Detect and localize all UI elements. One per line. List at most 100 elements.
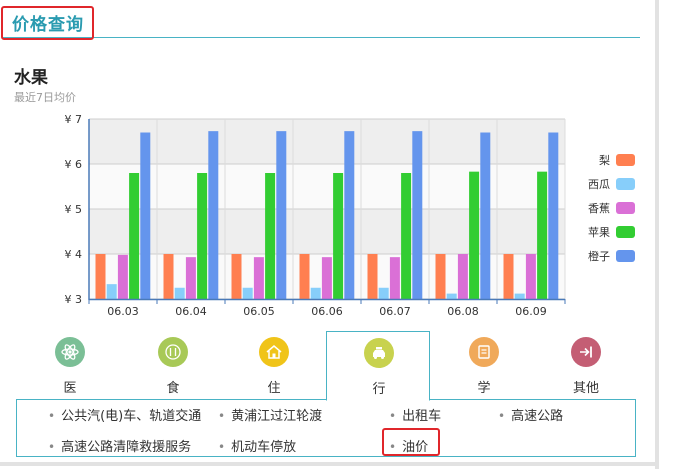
legend-swatch (616, 154, 635, 166)
link-label: 公共汽(电)车、轨道交通 (61, 409, 202, 424)
tab-label: 学 (477, 381, 491, 396)
bar (333, 173, 344, 299)
tab-label: 住 (267, 381, 281, 396)
bar (480, 132, 491, 299)
legend-label: 西瓜 (588, 178, 610, 191)
bar (276, 131, 287, 299)
bar (242, 287, 253, 299)
tab-housing[interactable]: 住 (222, 331, 326, 401)
category-tabs: 医 食 住 行 学 其他 (16, 331, 636, 401)
bar (321, 257, 332, 299)
x-tick-label: 06.03 (107, 305, 139, 318)
link-highway[interactable]: • 高速公路 (498, 405, 563, 424)
y-tick-label: ¥ 6 (65, 158, 83, 171)
link-ferry[interactable]: • 黄浦江过江轮渡 (218, 405, 322, 424)
tab-medical[interactable]: 医 (18, 331, 122, 401)
link-public-transit[interactable]: • 公共汽(电)车、轨道交通 (48, 405, 201, 424)
tab-other[interactable]: 其他 (534, 331, 638, 401)
x-tick-label: 06.06 (311, 305, 343, 318)
tab-education[interactable]: 学 (432, 331, 536, 401)
bar (163, 254, 174, 299)
link-parking[interactable]: • 机动车停放 (218, 436, 296, 455)
book-icon (469, 337, 499, 367)
bar (117, 254, 128, 299)
grid-band (89, 164, 565, 209)
legend-swatch (616, 178, 635, 190)
house-icon (259, 337, 289, 367)
bar (378, 287, 389, 299)
bar (435, 254, 446, 299)
bar (525, 254, 536, 299)
bar (401, 173, 412, 299)
link-label: 出租车 (402, 409, 442, 424)
bar (446, 293, 457, 299)
frame-bottom-border (0, 462, 659, 466)
bar (231, 254, 242, 299)
bar (253, 257, 264, 299)
x-tick-label: 06.09 (515, 305, 547, 318)
tab-label: 其他 (572, 381, 599, 396)
link-label: 高速公路清障救援服务 (61, 440, 192, 455)
exit-icon (571, 337, 601, 367)
bar (310, 287, 321, 299)
atom-icon (55, 337, 85, 367)
y-tick-label: ¥ 7 (65, 113, 83, 126)
oil-price-highlight (382, 428, 440, 456)
bar (548, 132, 559, 299)
tab-transport[interactable]: 行 (326, 331, 430, 401)
link-highway-rescue[interactable]: • 高速公路清障救援服务 (48, 436, 191, 455)
bullet-icon: • (48, 409, 56, 423)
x-tick-label: 06.05 (243, 305, 275, 318)
bar (469, 171, 480, 299)
y-tick-label: ¥ 5 (65, 203, 83, 216)
tab-label: 食 (166, 381, 180, 396)
x-tick-label: 06.08 (447, 305, 479, 318)
x-tick-label: 06.07 (379, 305, 411, 318)
bar (95, 254, 106, 299)
bar (140, 132, 151, 299)
bar (106, 284, 117, 299)
grid-band (89, 209, 565, 254)
tab-food[interactable]: 食 (121, 331, 225, 401)
y-tick-label: ¥ 4 (65, 248, 83, 261)
bar (367, 254, 378, 299)
legend-swatch (616, 226, 635, 238)
legend-label: 橙子 (588, 249, 610, 263)
tab-label: 行 (372, 382, 386, 397)
bar (457, 254, 468, 299)
bar (185, 257, 196, 299)
y-tick-label: ¥ 3 (65, 293, 83, 306)
bar (174, 287, 185, 299)
link-label: 机动车停放 (231, 440, 297, 455)
legend-swatch (616, 250, 635, 262)
taxi-icon (364, 338, 394, 368)
bar (197, 173, 208, 299)
link-label: 高速公路 (511, 409, 564, 424)
bar (265, 173, 276, 299)
legend-label: 梨 (599, 153, 610, 167)
utensils-icon (158, 337, 188, 367)
legend-swatch (616, 202, 635, 214)
bar (129, 173, 140, 299)
legend-label: 苹果 (588, 225, 610, 239)
bar (503, 254, 514, 299)
legend-label: 香蕉 (588, 202, 610, 215)
x-tick-label: 06.04 (175, 305, 207, 318)
bullet-icon: • (218, 409, 226, 423)
tab-label: 医 (63, 381, 77, 396)
bar (299, 254, 310, 299)
price-chart: ¥ 3 ¥ 4 ¥ 5 ¥ 6 ¥ 7 06.03 06.04 06.05 06.06 06.07… (65, 113, 635, 318)
bar (412, 131, 423, 299)
bar (389, 257, 400, 299)
bullet-icon: • (48, 440, 56, 454)
link-label: 黄浦江过江轮渡 (231, 409, 323, 424)
bullet-icon: • (498, 409, 506, 423)
bar (208, 131, 219, 299)
bar (344, 131, 355, 299)
bar (537, 171, 548, 299)
bar (514, 293, 525, 299)
link-taxi[interactable]: • 出租车 (389, 405, 441, 424)
grid-band (89, 119, 565, 164)
bullet-icon: • (218, 440, 226, 454)
bullet-icon: • (389, 409, 397, 423)
